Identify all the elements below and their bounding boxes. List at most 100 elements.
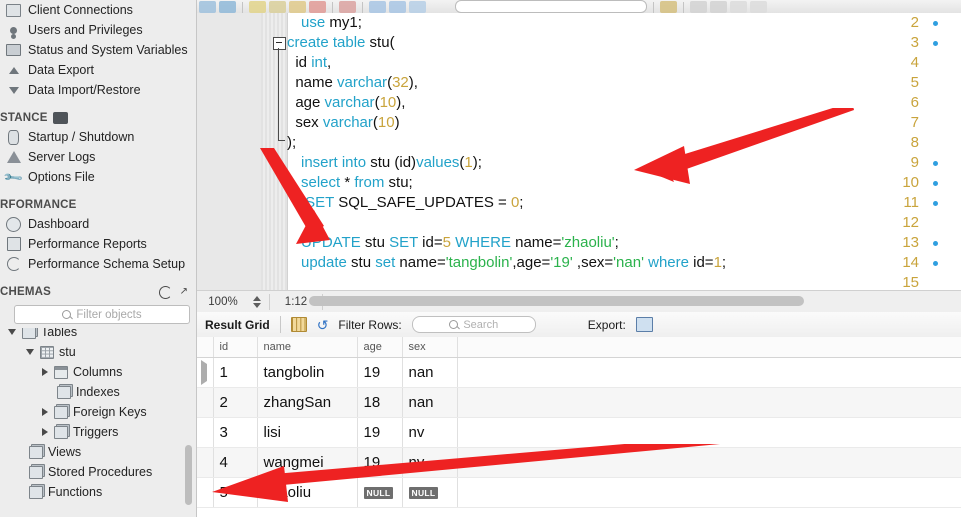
sidebar-item-server-logs[interactable]: Server Logs [0,147,196,167]
cell-id[interactable]: 1 [213,357,258,388]
cell-name[interactable]: wangmei [257,447,358,478]
grid-view-icon[interactable] [290,317,307,332]
column-header-id[interactable]: id [213,337,258,358]
panel-left-icon[interactable] [730,1,747,13]
execute-icon[interactable] [249,1,266,13]
sidebar-item-startup-shutdown[interactable]: Startup / Shutdown [0,127,196,147]
scrollbar-thumb[interactable] [309,296,804,306]
export-icon[interactable] [635,317,653,332]
sidebar-item-users-and-privileges[interactable]: Users and Privileges [0,20,196,40]
filter-rows-input[interactable]: Search [411,316,536,333]
cell-sex[interactable]: nv [402,447,458,478]
tree-item-stu[interactable]: stu [0,342,196,362]
column-header-age[interactable]: age [357,337,403,358]
code-line-8: ); [287,133,296,153]
open-sql-icon[interactable] [199,1,216,13]
table-row[interactable]: 5 zhaoliu NULL NULL [197,477,961,508]
sidebar-item-data-import-restore[interactable]: Data Import/Restore [0,80,196,100]
cell-age[interactable]: 19 [357,357,403,388]
tree-item-columns[interactable]: Columns [0,362,196,382]
cell-sex[interactable]: NULL [402,477,458,508]
tree-item-foreign-keys[interactable]: Foreign Keys [0,402,196,422]
chevron-right-icon[interactable] [42,408,48,416]
sql-text: , [327,54,332,71]
cell-age[interactable]: 19 [357,447,403,478]
tree-item-functions[interactable]: Functions [0,482,196,502]
cell-id[interactable]: 4 [213,447,258,478]
refresh-icon[interactable]: ↺ [317,318,329,332]
refresh-icon[interactable] [158,285,172,299]
sql-keyword: create table [287,34,366,51]
stop-icon[interactable] [309,1,326,13]
toggle-stop-icon[interactable] [339,1,356,13]
expand-icon[interactable]: ↗ [180,287,188,297]
sidebar-item-dashboard[interactable]: Dashboard [0,214,196,234]
sql-text: stu [346,254,376,271]
cell-age[interactable]: NULL [357,477,403,508]
table-row[interactable]: 3 lisi 19 nv [197,417,961,448]
sidebar-item-status-and-system-variables[interactable]: Status and System Variables [0,40,196,60]
panel-right-icon[interactable] [750,1,767,13]
sql-text: ; [721,254,727,271]
table-row[interactable]: 4 wangmei 19 nv [197,447,961,478]
sql-text: ; [519,194,524,211]
cell-name[interactable]: tangbolin [257,357,358,388]
sql-keyword: WHERE [450,234,511,251]
cell-id[interactable]: 3 [213,417,258,448]
functions-icon [28,485,43,500]
column-header-name[interactable]: name [257,337,358,358]
sidebar-item-performance-schema-setup[interactable]: Performance Schema Setup [0,254,196,274]
cell-sex[interactable]: nan [402,357,458,388]
beautify-icon[interactable] [660,1,677,13]
editor-horizontal-scrollbar[interactable] [307,293,957,309]
toolbar-search-input[interactable] [455,0,647,13]
chevron-down-icon[interactable] [253,303,261,308]
table-row[interactable]: 1 tangbolin 19 nan [197,357,961,388]
tree-item-indexes[interactable]: Indexes [0,382,196,402]
chevron-down-icon[interactable] [8,329,16,335]
tree-item-stored-procedures[interactable]: Stored Procedures [0,462,196,482]
cell-id[interactable]: 2 [213,387,258,418]
result-grid[interactable]: id name age sex 1 tangbolin 19 nan 2 zha… [197,337,961,517]
chevron-down-icon[interactable] [26,349,34,355]
rollback-icon[interactable] [389,1,406,13]
chevron-up-icon[interactable] [253,296,261,301]
search-icon[interactable] [710,1,727,13]
filter-objects-input[interactable]: Filter objects [14,305,190,324]
tree-item-tables[interactable]: Tables [0,328,196,342]
cell-name[interactable]: lisi [257,417,358,448]
cell-sex[interactable]: nan [402,387,458,418]
cell-age[interactable]: 19 [357,417,403,448]
toolbar-separator [362,2,363,13]
sql-editor[interactable]: 2 3 4 5 6 7 8 9 10 11 12 13 14 15 use my… [197,13,961,290]
sidebar-item-options-file[interactable]: 🔧 Options File [0,166,196,188]
sidebar-item-data-export[interactable]: Data Export [0,60,196,80]
table-row[interactable]: 2 zhangSan 18 nan [197,387,961,418]
commit-icon[interactable] [369,1,386,13]
chevron-right-icon[interactable] [42,368,48,376]
cell-age[interactable]: 18 [357,387,403,418]
foreign-keys-icon [53,405,68,420]
tree-item-views[interactable]: Views [0,442,196,462]
cell-name[interactable]: zhaoliu [257,477,358,508]
cell-id[interactable]: 5 [213,477,258,508]
column-header-sex[interactable]: sex [402,337,458,358]
sidebar-item-performance-reports[interactable]: Performance Reports [0,234,196,254]
chevron-right-icon[interactable] [42,428,48,436]
cell-sex[interactable]: nv [402,417,458,448]
execute-current-icon[interactable] [269,1,286,13]
find-icon[interactable] [690,1,707,13]
code-area[interactable]: use my1; create table stu( id int, name … [273,13,961,290]
schema-tree-scrollbar[interactable] [185,445,192,505]
explain-icon[interactable] [289,1,306,13]
code-line-7: sex varchar(10) [287,113,399,133]
tree-item-triggers[interactable]: Triggers [0,422,196,442]
autocommit-icon[interactable] [409,1,426,13]
sidebar-item-client-connections[interactable]: Client Connections [0,0,196,20]
save-sql-icon[interactable] [219,1,236,13]
null-badge: NULL [408,487,439,500]
zoom-stepper[interactable] [249,296,265,308]
code-fold-toggle[interactable] [273,37,286,50]
cell-name[interactable]: zhangSan [257,387,358,418]
